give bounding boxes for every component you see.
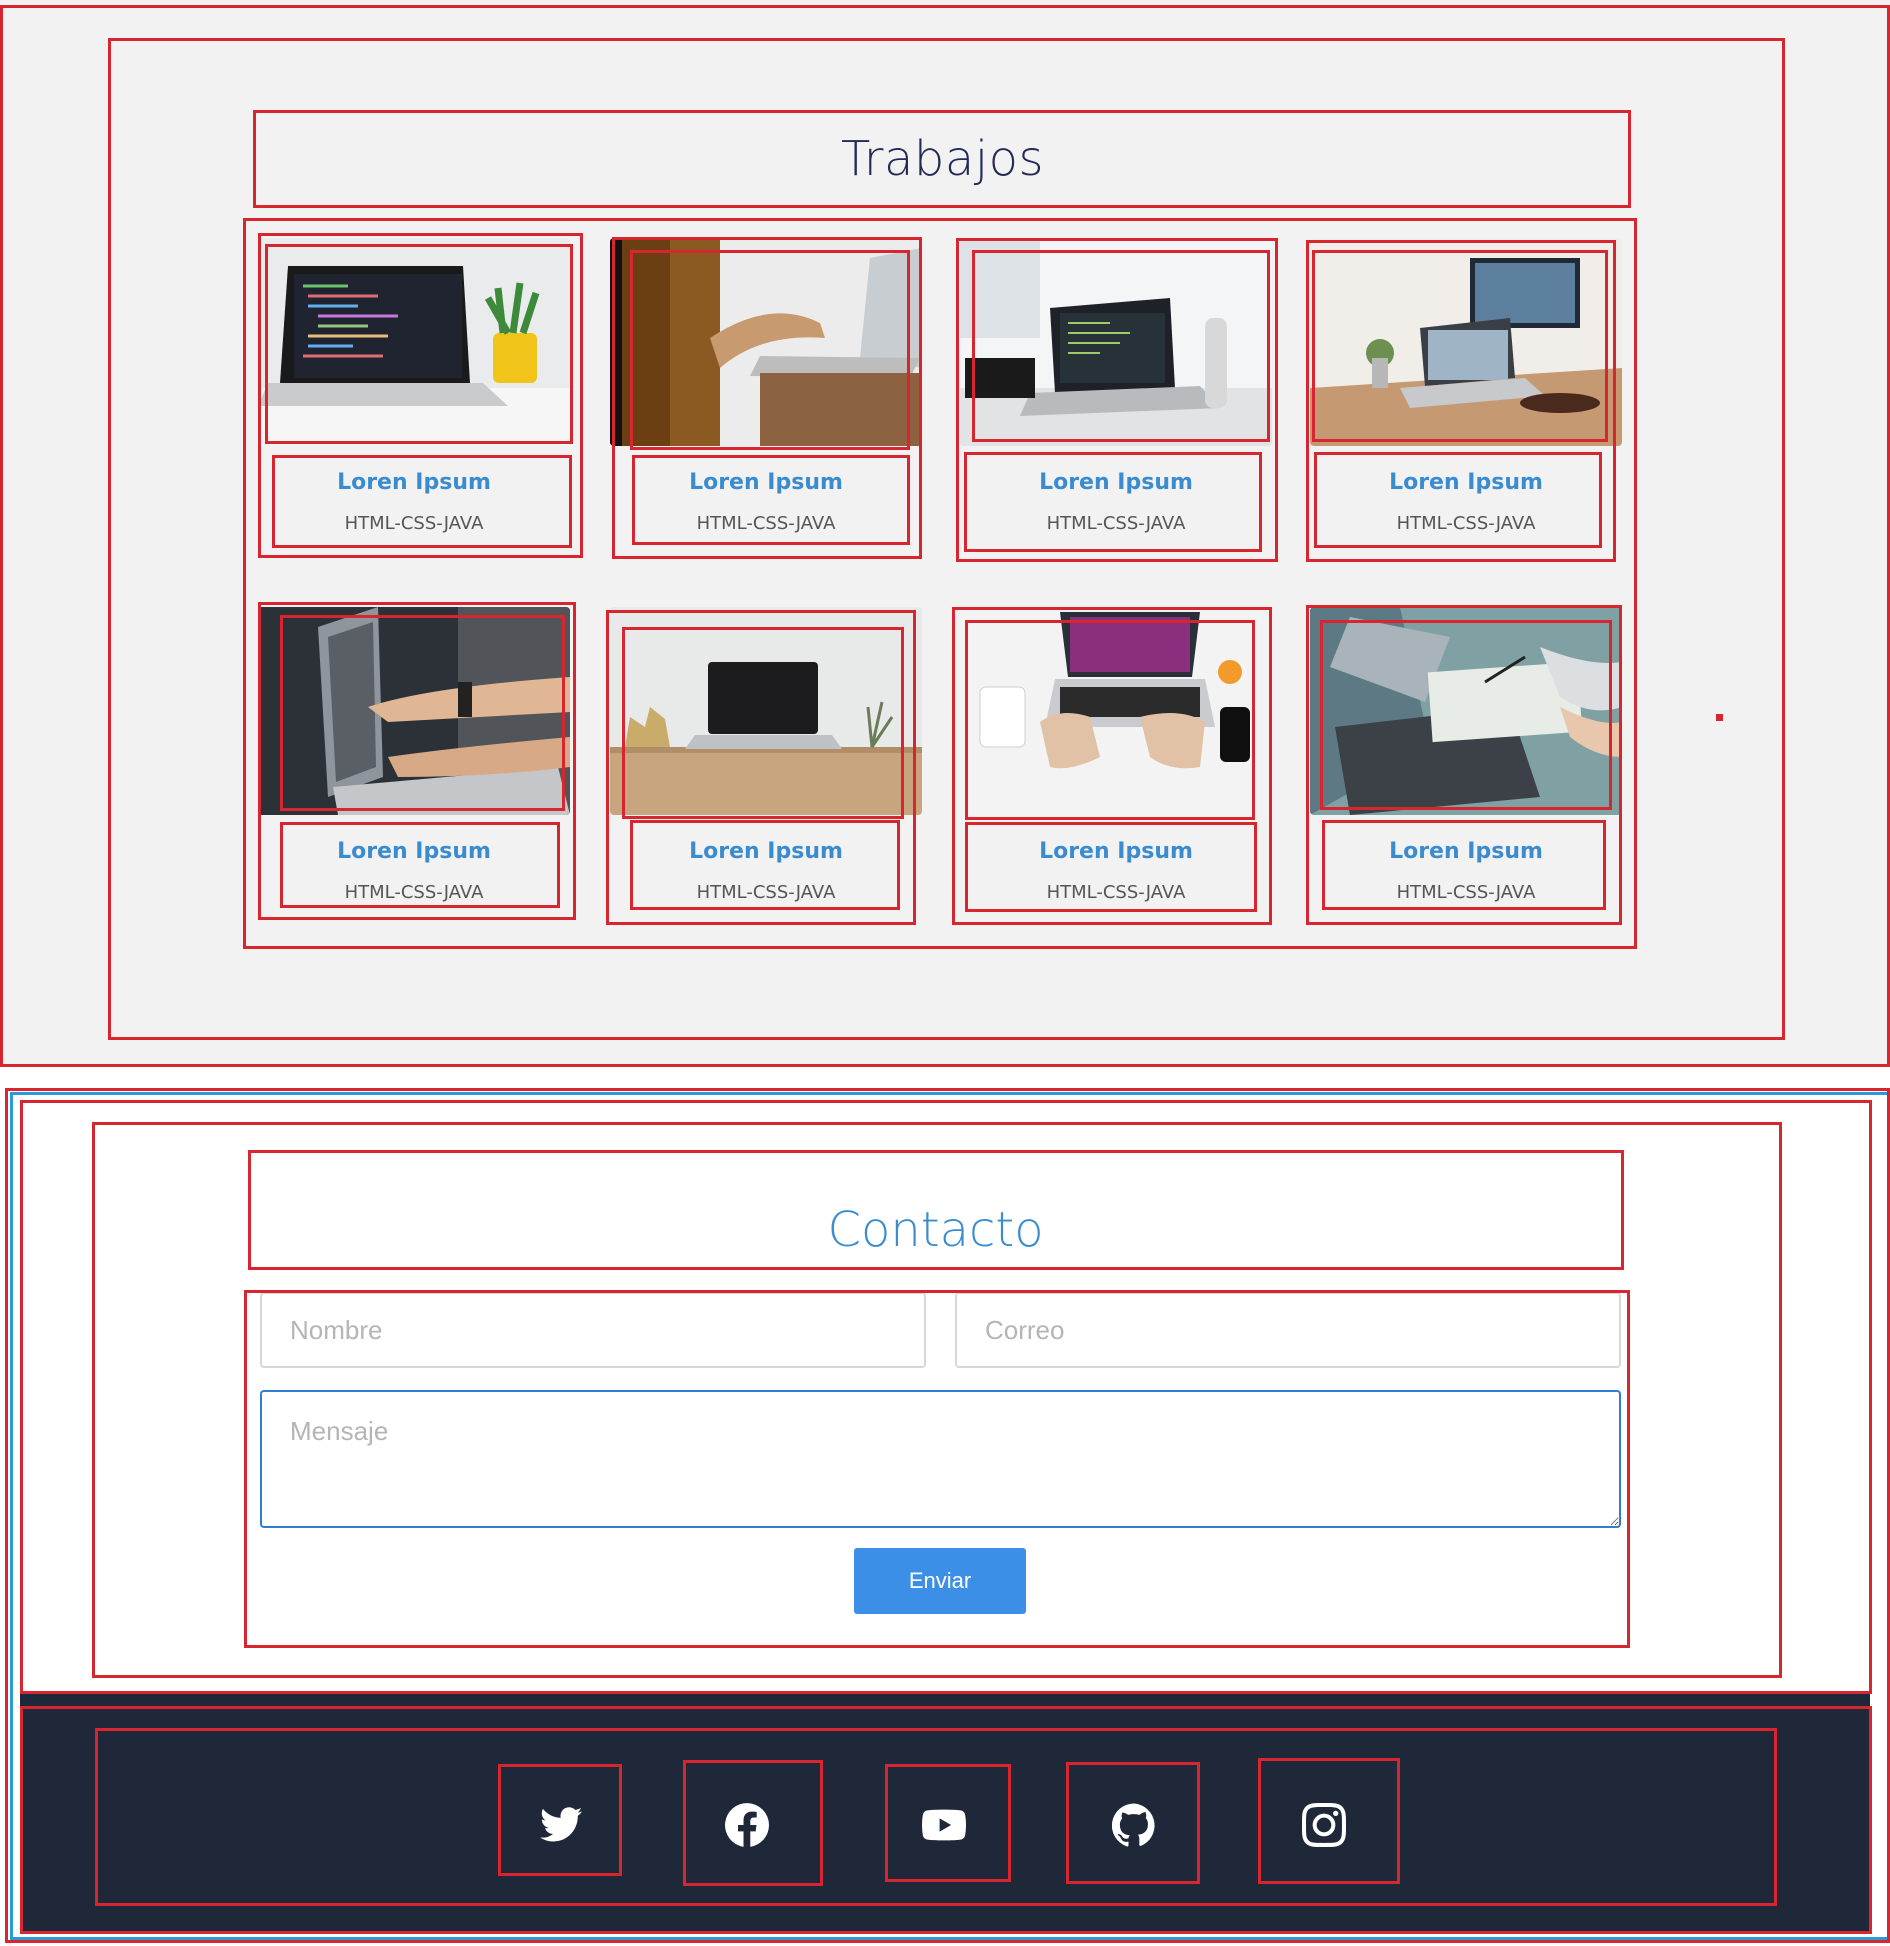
card-title[interactable]: Loren Ipsum [610,839,922,864]
work-card[interactable]: Loren Ipsum HTML-CSS-JAVA [258,238,570,558]
work-card[interactable]: Loren Ipsum HTML-CSS-JAVA [610,607,922,927]
work-card[interactable]: Loren Ipsum HTML-CSS-JAVA [258,607,570,927]
person-typing-photo [610,238,922,446]
twitter-icon [540,1807,583,1842]
card-title[interactable]: Loren Ipsum [960,470,1272,495]
github-link[interactable] [1072,1770,1196,1880]
card-tech: HTML-CSS-JAVA [344,513,484,534]
card-tech: HTML-CSS-JAVA [344,882,484,903]
twitter-link[interactable] [500,1770,624,1880]
contacto-title: Contacto [827,1202,1044,1258]
card-tech: HTML-CSS-JAVA [1046,513,1186,534]
facebook-link[interactable] [685,1770,809,1880]
mensaje-textarea[interactable] [260,1390,1621,1528]
card-title[interactable]: Loren Ipsum [1310,470,1622,495]
card-title[interactable]: Loren Ipsum [960,839,1272,864]
card-tech: HTML-CSS-JAVA [696,513,836,534]
work-card[interactable]: Loren Ipsum HTML-CSS-JAVA [1310,607,1622,927]
trabajos-section: Trabajos Loren Ipsum HTML-CSS-JAVA Loren… [0,0,1890,1065]
laptop-on-desk-photo [610,607,922,815]
work-card[interactable]: Loren Ipsum HTML-CSS-JAVA [960,238,1272,558]
work-card[interactable]: Loren Ipsum HTML-CSS-JAVA [1310,238,1622,558]
pointing-screen-photo [258,607,570,815]
nombre-input[interactable] [260,1292,926,1368]
youtube-icon [922,1809,966,1841]
contacto-section: Contacto Enviar [20,1100,1870,1692]
card-tech: HTML-CSS-JAVA [1046,882,1186,903]
card-title[interactable]: Loren Ipsum [258,839,570,864]
overlay-dot [1716,714,1723,721]
card-tech: HTML-CSS-JAVA [1396,513,1536,534]
meeting-notes-photo [1310,607,1622,815]
card-title[interactable]: Loren Ipsum [258,470,570,495]
card-title[interactable]: Loren Ipsum [1310,839,1622,864]
github-icon [1112,1803,1155,1847]
instagram-icon [1302,1803,1346,1847]
enviar-button[interactable]: Enviar [854,1548,1026,1614]
card-tech: HTML-CSS-JAVA [696,882,836,903]
workspace-photo [1310,238,1622,446]
laptop-code-photo [258,238,570,446]
typing-hands-photo [960,607,1272,815]
work-card[interactable]: Loren Ipsum HTML-CSS-JAVA [610,238,922,558]
footer [20,1692,1870,1932]
card-title[interactable]: Loren Ipsum [610,470,922,495]
card-tech: HTML-CSS-JAVA [1396,882,1536,903]
youtube-link[interactable] [882,1770,1006,1880]
correo-input[interactable] [955,1292,1621,1368]
desk-laptop-photo [960,238,1272,446]
work-card[interactable]: Loren Ipsum HTML-CSS-JAVA [960,607,1272,927]
trabajos-title: Trabajos [840,130,1044,187]
instagram-link[interactable] [1262,1770,1386,1880]
facebook-icon [725,1803,769,1847]
